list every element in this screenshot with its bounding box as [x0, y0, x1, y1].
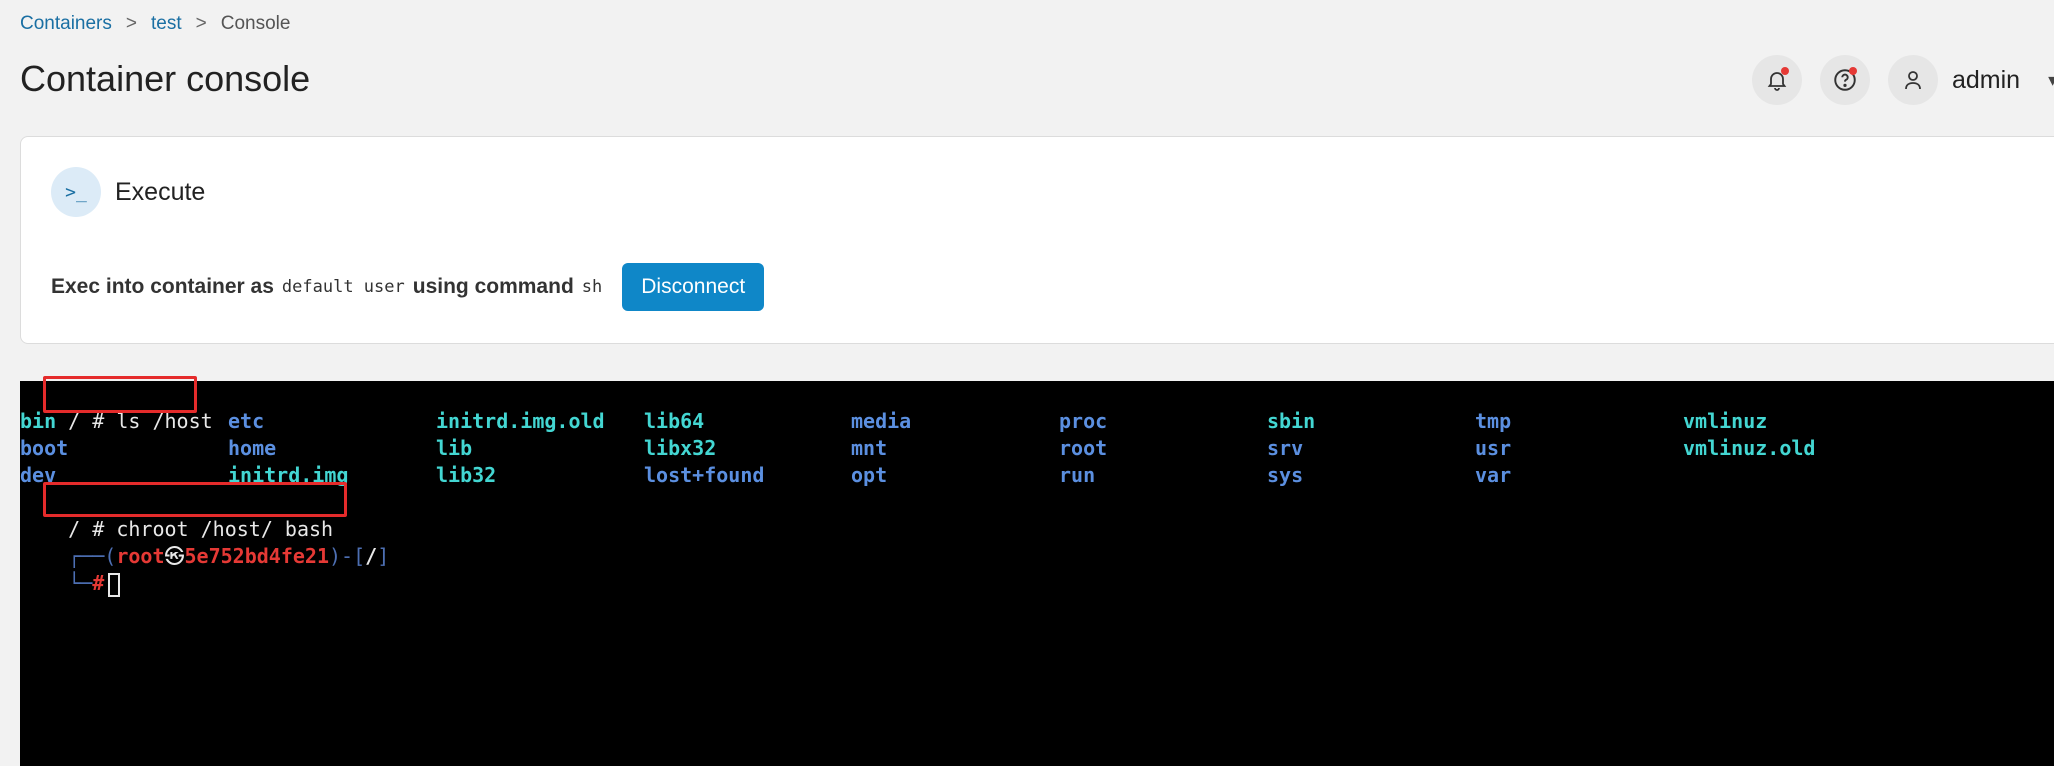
ls-entry: home: [228, 436, 277, 460]
chevron-down-icon[interactable]: ▾: [2048, 70, 2054, 91]
prompt-mid: )-[: [329, 544, 366, 568]
ls-entry: var: [1475, 463, 1512, 487]
terminal-line: / # ls /host: [20, 381, 213, 433]
breadcrumb-test-link[interactable]: test: [151, 13, 182, 35]
ls-entry: etc: [228, 409, 265, 433]
prompt-end: ]: [377, 544, 390, 568]
terminal-line: / # chroot /host/ bash: [20, 489, 333, 541]
notification-dot: [1781, 67, 1789, 75]
header-toolbar: admin ▾: [1752, 55, 2054, 105]
ls-entry: boot: [20, 436, 69, 460]
page-title: Container console: [20, 58, 311, 99]
prompt-path: /: [365, 544, 378, 568]
ls-entry: opt: [851, 463, 888, 487]
exec-description: Exec into container as default user usin…: [51, 263, 765, 311]
execute-card-title: Execute: [115, 177, 206, 206]
help-button[interactable]: [1820, 55, 1870, 105]
ls-entry: usr: [1475, 436, 1512, 460]
user-menu-button[interactable]: [1888, 55, 1938, 105]
exec-label-mid: using command: [412, 275, 574, 298]
breadcrumb-current: Console: [220, 13, 291, 34]
execute-card-header: >_ Execute: [51, 167, 205, 217]
help-dot: [1849, 67, 1857, 75]
prompt-at-symbol: ㉿: [164, 544, 185, 568]
terminal-input-line: └─#: [20, 543, 121, 597]
prompt-host: 5e752bd4fe21: [184, 544, 330, 568]
ls-entry: initrd.img: [228, 463, 349, 487]
ls-entry: dev: [20, 463, 57, 487]
ls-entry: srv: [1267, 436, 1304, 460]
breadcrumb-separator: >: [125, 13, 137, 34]
exec-user-value: default user: [281, 277, 405, 297]
ls-entry: sys: [1267, 463, 1304, 487]
ls-entry: tmp: [1475, 409, 1512, 433]
prompt2-hash: #: [92, 571, 105, 595]
ls-row: dev initrd.img lib32 lost+found opt run sys var: [20, 462, 2020, 489]
ls-entry: run: [1059, 463, 1096, 487]
execute-card: >_ Execute Exec into container as defaul…: [20, 136, 2054, 344]
ls-entry: lib: [436, 436, 473, 460]
disconnect-button[interactable]: Disconnect: [622, 263, 765, 311]
ls-entry: sbin: [1267, 409, 1316, 433]
prompt-user: root: [116, 544, 165, 568]
ls-entry: lib64: [644, 409, 705, 433]
prompt2-prefix: └─: [68, 571, 93, 595]
breadcrumb: Containers > test > Console: [20, 13, 290, 35]
ls-entry: vmlinuz: [1683, 409, 1768, 433]
terminal-prompt-line: ┌──(root㉿5e752bd4fe21)-[/]: [20, 516, 389, 568]
terminal-output[interactable]: / # ls /host bin etc initrd.img.old lib64 me…: [20, 376, 2054, 766]
ls-entry: bin: [20, 409, 57, 433]
ls-entry: media: [851, 409, 912, 433]
user-name[interactable]: admin: [1952, 66, 2020, 95]
ls-entry: proc: [1059, 409, 1108, 433]
ls-row: bin etc initrd.img.old lib64 media proc sbin tm…: [20, 408, 2020, 435]
breadcrumb-containers-link[interactable]: Containers: [20, 13, 112, 35]
terminal-icon: >_: [51, 167, 101, 217]
exec-command-value: sh: [581, 277, 603, 297]
ls-row: boot home lib libx32 mnt root srv usr vmlinuz.ol…: [20, 435, 2020, 462]
exec-label-prefix: Exec into container as: [51, 275, 274, 298]
notifications-button[interactable]: [1752, 55, 1802, 105]
terminal-cursor[interactable]: [108, 572, 121, 597]
ls-entry: mnt: [851, 436, 888, 460]
ls-entry: vmlinuz.old: [1683, 436, 1816, 460]
ls-entry: root: [1059, 436, 1108, 460]
ls-entry: lost+found: [644, 463, 765, 487]
ls-entry: initrd.img.old: [436, 409, 605, 433]
user-icon: [1905, 71, 1921, 90]
breadcrumb-separator: >: [195, 13, 207, 34]
ls-entry: lib32: [436, 463, 497, 487]
ls-entry: libx32: [644, 436, 717, 460]
